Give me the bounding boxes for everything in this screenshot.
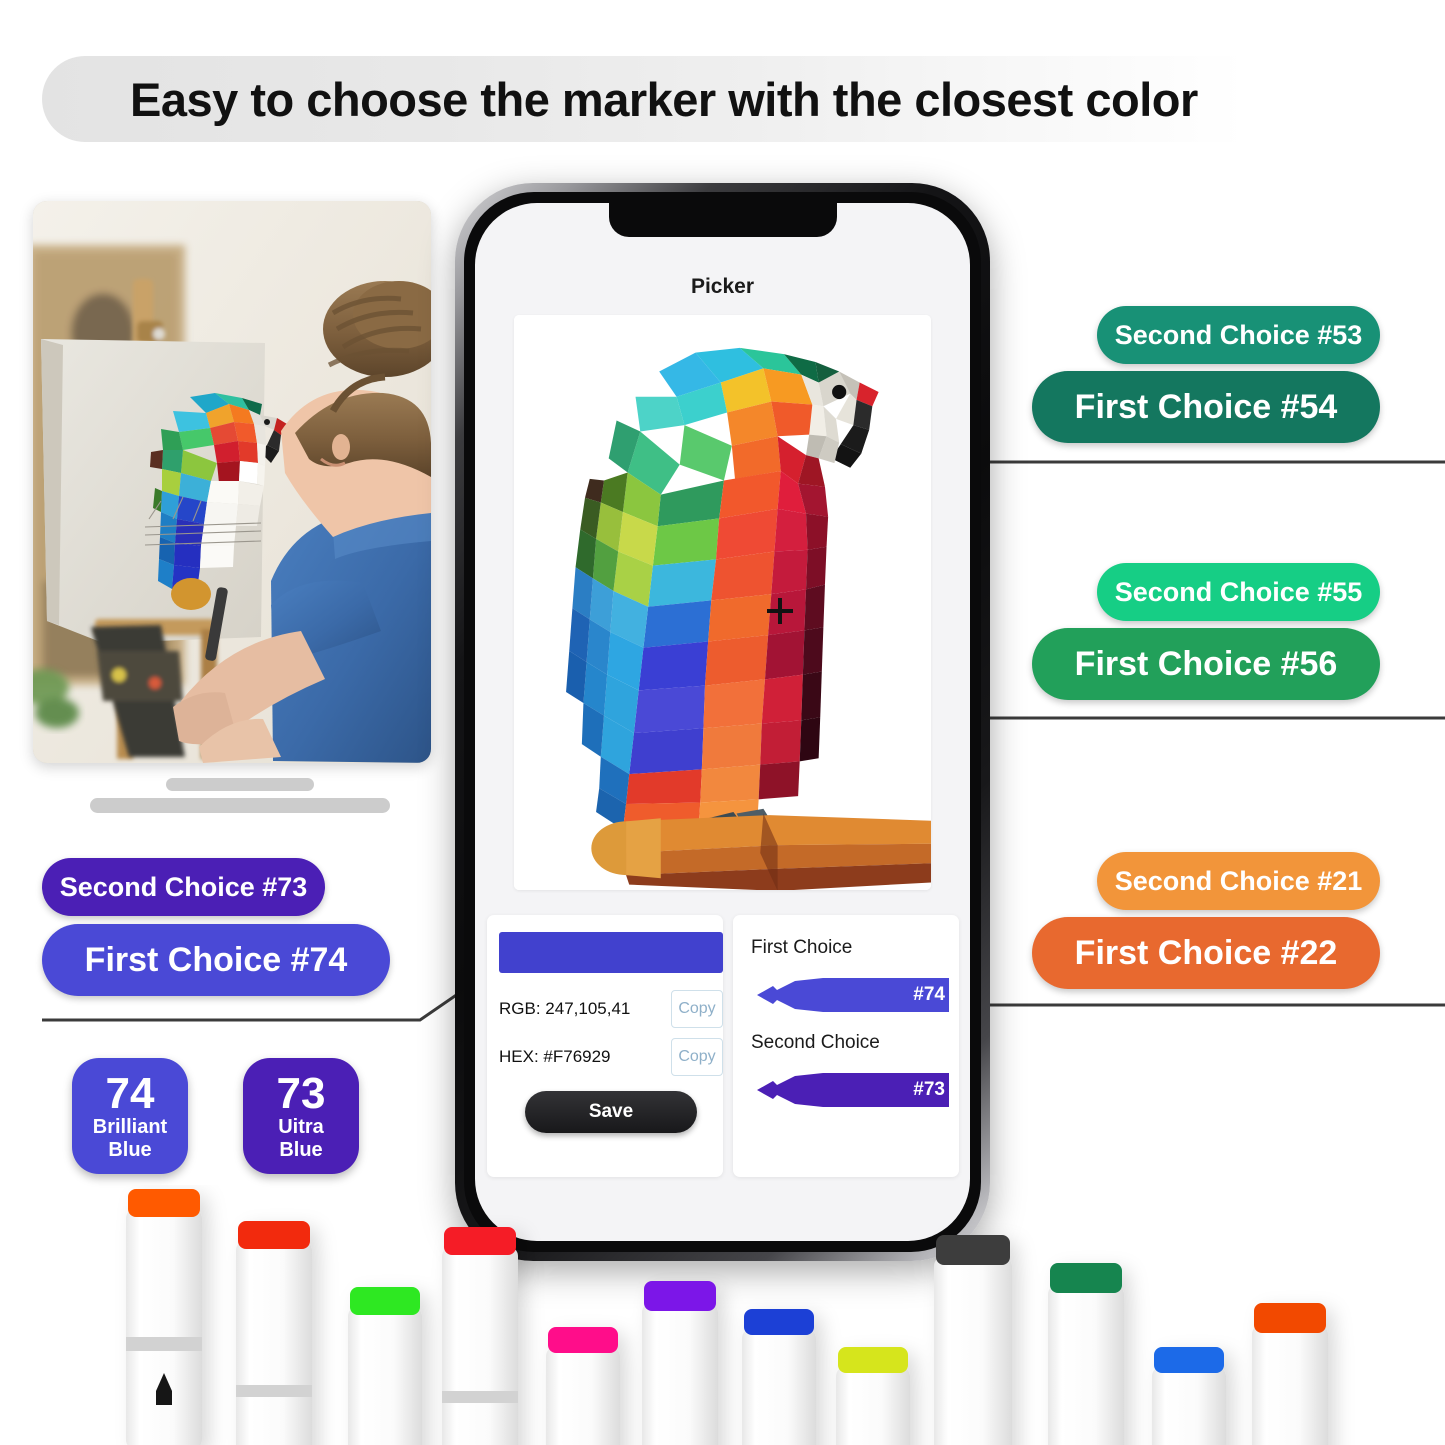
first-choice-marker[interactable]: #74: [751, 971, 951, 1019]
badge-second-choice-55[interactable]: Second Choice #55: [1097, 563, 1380, 621]
badge-first-choice-56[interactable]: First Choice #56: [1032, 628, 1380, 700]
picked-color-panel: RGB: 247,105,41 Copy HEX: #F76929 Copy S…: [487, 915, 723, 1177]
second-choice-marker[interactable]: #73: [751, 1066, 951, 1114]
marker-chip-73-name-line1: Uitra: [278, 1115, 324, 1138]
marker-chip-74[interactable]: 74 Brilliant Blue: [72, 1058, 188, 1174]
hex-value-label: HEX: #F76929: [499, 1047, 611, 1066]
marker-chip-73[interactable]: 73 Uitra Blue: [243, 1058, 359, 1174]
picker-image-card[interactable]: [514, 315, 931, 890]
save-button[interactable]: Save: [525, 1091, 697, 1133]
copy-hex-button[interactable]: Copy: [671, 1038, 723, 1076]
first-choice-number: #74: [913, 984, 945, 1005]
match-results-panel: First Choice #74 Second Choice #73: [733, 915, 959, 1177]
badge-first-choice-74[interactable]: First Choice #74: [42, 924, 390, 996]
second-choice-label: Second Choice: [751, 1032, 880, 1053]
badge-second-choice-73[interactable]: Second Choice #73: [42, 858, 325, 916]
marker-chip-74-number: 74: [105, 1068, 155, 1118]
badge-first-choice-54[interactable]: First Choice #54: [1032, 371, 1380, 443]
header-banner: Easy to choose the marker with the close…: [42, 56, 1410, 142]
badge-first-choice-22[interactable]: First Choice #22: [1032, 917, 1380, 989]
app-title: Picker: [690, 275, 755, 298]
phone-notch: [608, 203, 837, 237]
artist-photo: [33, 201, 431, 763]
marker-chip-74-name-line1: Brilliant: [92, 1115, 168, 1138]
marker-chip-74-name-line2: Blue: [108, 1138, 152, 1161]
rgb-value-row: RGB: 247,105,41 Copy: [499, 990, 723, 1028]
marker-chip-73-number: 73: [276, 1068, 326, 1118]
parrot-image: [514, 315, 931, 890]
picked-color-swatch: [499, 932, 723, 973]
copy-rgb-button[interactable]: Copy: [671, 990, 723, 1028]
artist-photo-card: [33, 201, 431, 763]
color-picker-crosshair[interactable]: [767, 598, 793, 624]
marker-chip-73-name-line2: Blue: [279, 1138, 323, 1161]
phone-screen: Picker RGB: 247,105,41 Copy HEX: #F76929…: [475, 203, 970, 1241]
photo-placeholder-bar-2: [90, 798, 390, 813]
first-choice-label: First Choice: [751, 937, 853, 958]
promo-page: Easy to choose the marker with the close…: [0, 0, 1445, 1445]
badge-second-choice-21[interactable]: Second Choice #21: [1097, 852, 1380, 910]
photo-placeholder-bar-1: [166, 778, 314, 791]
page-title: Easy to choose the marker with the close…: [130, 72, 1198, 126]
hex-value-row: HEX: #F76929 Copy: [499, 1038, 723, 1076]
second-choice-number: #73: [913, 1079, 945, 1100]
rgb-value-label: RGB: 247,105,41: [499, 999, 631, 1018]
phone-mockup: Picker RGB: 247,105,41 Copy HEX: #F76929…: [455, 183, 990, 1261]
badge-second-choice-53[interactable]: Second Choice #53: [1097, 306, 1380, 364]
